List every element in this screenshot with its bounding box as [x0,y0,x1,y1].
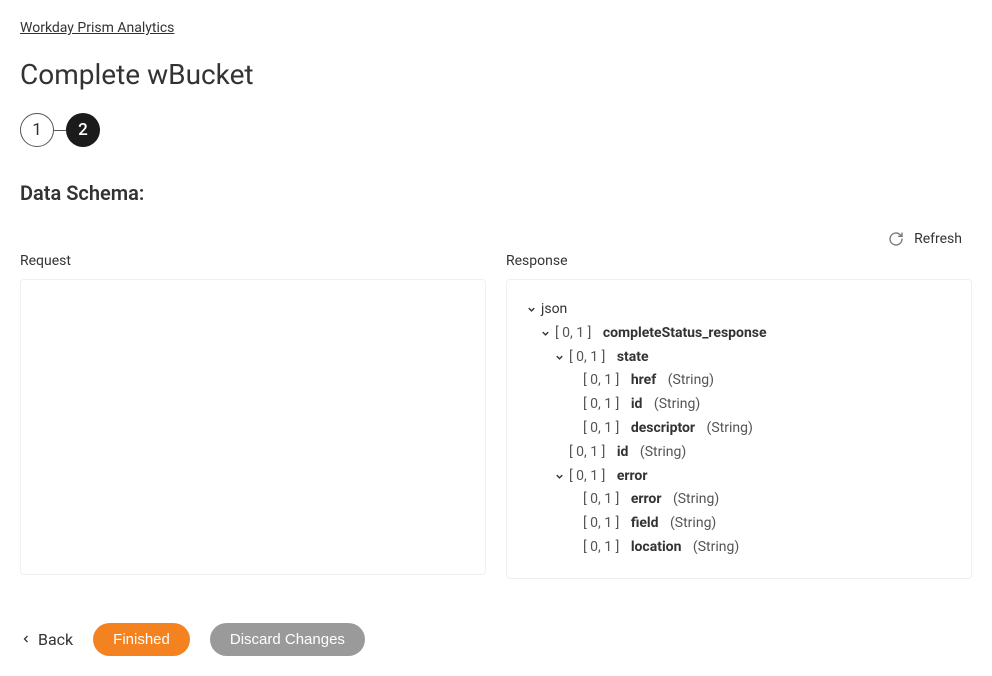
chevron-down-icon[interactable] [553,470,565,482]
request-header: Request [20,253,486,269]
request-column: Request [20,253,486,575]
tree-type: (String) [707,417,753,441]
tree-node-field[interactable]: [ 0, 1 ] field (String) [525,512,953,536]
request-panel [20,279,486,575]
step-2[interactable]: 2 [66,113,100,147]
tree-range: [ 0, 1 ] [555,322,591,346]
discard-changes-button[interactable]: Discard Changes [210,623,365,656]
response-tree: json [ 0, 1 ] completeStatus_response [ … [525,298,953,560]
tree-node-descriptor[interactable]: [ 0, 1 ] descriptor (String) [525,417,953,441]
tree-label: json [541,298,567,322]
tree-range: [ 0, 1 ] [583,393,619,417]
tree-label: error [631,488,662,512]
tree-node-id-outer[interactable]: [ 0, 1 ] id (String) [525,441,953,465]
tree-label: error [617,465,648,489]
chevron-down-icon[interactable] [539,328,551,340]
tree-range: [ 0, 1 ] [569,441,605,465]
finished-button[interactable]: Finished [93,623,190,656]
step-1[interactable]: 1 [20,113,54,147]
tree-node-error[interactable]: [ 0, 1 ] error [525,465,953,489]
tree-type: (String) [693,536,739,560]
tree-range: [ 0, 1 ] [583,488,619,512]
tree-label: href [631,369,656,393]
section-title: Data Schema: [20,181,972,205]
breadcrumb-link[interactable]: Workday Prism Analytics [20,20,174,36]
stepper: 1 2 [20,113,972,147]
tree-range: [ 0, 1 ] [583,417,619,441]
response-header: Response [506,253,972,269]
tree-label: id [631,393,643,417]
tree-range: [ 0, 1 ] [569,465,605,489]
tree-label: state [617,346,649,370]
tree-range: [ 0, 1 ] [569,346,605,370]
tree-type: (String) [673,488,719,512]
tree-type: (String) [654,393,700,417]
chevron-down-icon[interactable] [525,304,537,316]
tree-label: completeStatus_response [603,322,767,346]
back-button[interactable]: Back [20,630,73,649]
chevron-left-icon [20,630,32,649]
tree-type: (String) [670,512,716,536]
tree-type: (String) [668,369,714,393]
tree-range: [ 0, 1 ] [583,512,619,536]
tree-node-error-field[interactable]: [ 0, 1 ] error (String) [525,488,953,512]
tree-label: descriptor [631,417,695,441]
tree-type: (String) [640,441,686,465]
refresh-button[interactable]: Refresh [914,231,962,247]
chevron-down-icon[interactable] [553,351,565,363]
tree-label: id [617,441,629,465]
response-panel: json [ 0, 1 ] completeStatus_response [ … [506,279,972,579]
tree-node-href[interactable]: [ 0, 1 ] href (String) [525,369,953,393]
tree-node-id[interactable]: [ 0, 1 ] id (String) [525,393,953,417]
tree-node-completestatus[interactable]: [ 0, 1 ] completeStatus_response [525,322,953,346]
tree-node-state[interactable]: [ 0, 1 ] state [525,346,953,370]
tree-range: [ 0, 1 ] [583,369,619,393]
back-label: Back [38,630,73,649]
step-connector [54,130,66,131]
response-column: Response json [ 0, 1 ] completeStatus_re… [506,253,972,579]
refresh-icon[interactable] [888,231,904,247]
tree-label: location [631,536,682,560]
tree-range: [ 0, 1 ] [583,536,619,560]
page-title: Complete wBucket [20,58,972,91]
tree-label: field [631,512,659,536]
tree-node-json[interactable]: json [525,298,953,322]
tree-node-location[interactable]: [ 0, 1 ] location (String) [525,536,953,560]
